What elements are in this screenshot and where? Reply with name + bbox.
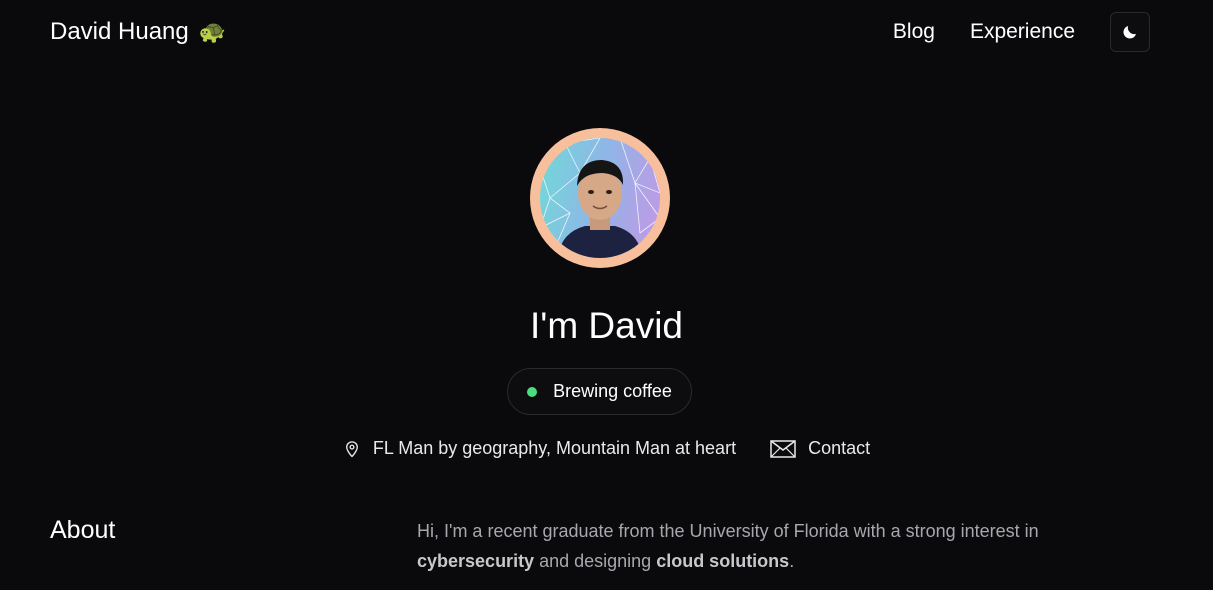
nav-link-blog[interactable]: Blog <box>893 12 935 52</box>
about-highlight-cloud: cloud solutions <box>656 551 790 571</box>
avatar <box>540 138 660 258</box>
status-dot <box>527 386 538 397</box>
brand-name: David Huang <box>50 18 189 45</box>
mail-icon <box>770 439 796 458</box>
meta-row: FL Man by geography, Mountain Man at hea… <box>0 438 1213 459</box>
status-text: Brewing coffee <box>553 381 672 401</box>
nav-link-experience[interactable]: Experience <box>970 12 1075 52</box>
page: David Huang 🐢 Blog Experience I'm David … <box>0 0 1213 590</box>
status-badge: Brewing coffee <box>507 368 692 415</box>
theme-toggle-button[interactable] <box>1110 12 1150 52</box>
contact-link[interactable]: Contact <box>770 438 870 459</box>
brand-home-link[interactable]: David Huang 🐢 <box>50 18 226 46</box>
about-text-part3: . <box>789 551 795 571</box>
moon-icon <box>1123 26 1136 39</box>
main-nav: Blog Experience <box>893 12 1150 52</box>
location-item: FL Man by geography, Mountain Man at hea… <box>343 438 736 459</box>
about-highlight-cybersecurity: cybersecurity <box>417 551 535 571</box>
contact-label: Contact <box>808 438 871 458</box>
turtle-emoji-icon: 🐢 <box>198 19 227 44</box>
about-heading: About <box>50 516 116 544</box>
about-text-part1: Hi, I'm a recent graduate from the Unive… <box>417 521 1039 541</box>
map-pin-icon <box>345 440 358 457</box>
hero-title: I'm David <box>529 305 684 346</box>
about-text: Hi, I'm a recent graduate from the Unive… <box>417 516 1077 576</box>
avatar-ring <box>530 128 670 268</box>
location-text: FL Man by geography, Mountain Man at hea… <box>372 438 737 458</box>
about-text-part2: and designing <box>534 551 657 571</box>
